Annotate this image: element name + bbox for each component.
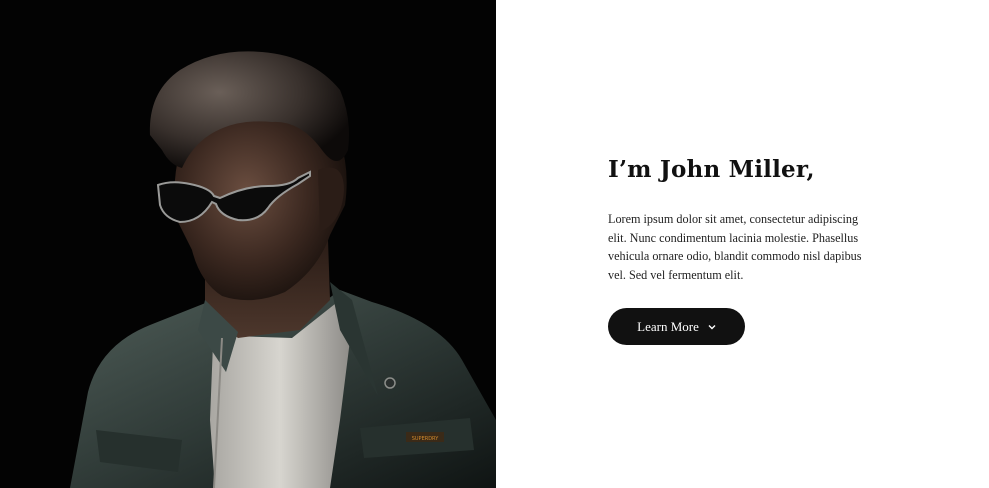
- learn-more-button[interactable]: Learn More: [608, 308, 745, 345]
- portrait-photo: SUPERDRY: [0, 0, 496, 488]
- chevron-down-icon: [708, 324, 716, 329]
- learn-more-label: Learn More: [637, 318, 699, 334]
- hero-paragraph: Lorem ipsum dolor sit amet, consectetur …: [608, 212, 862, 282]
- hero-content: I’m John Miller, Lorem ipsum dolor sit a…: [608, 150, 878, 345]
- jacket-tag: SUPERDRY: [412, 436, 439, 442]
- hero-heading: I’m John Miller,: [608, 156, 815, 183]
